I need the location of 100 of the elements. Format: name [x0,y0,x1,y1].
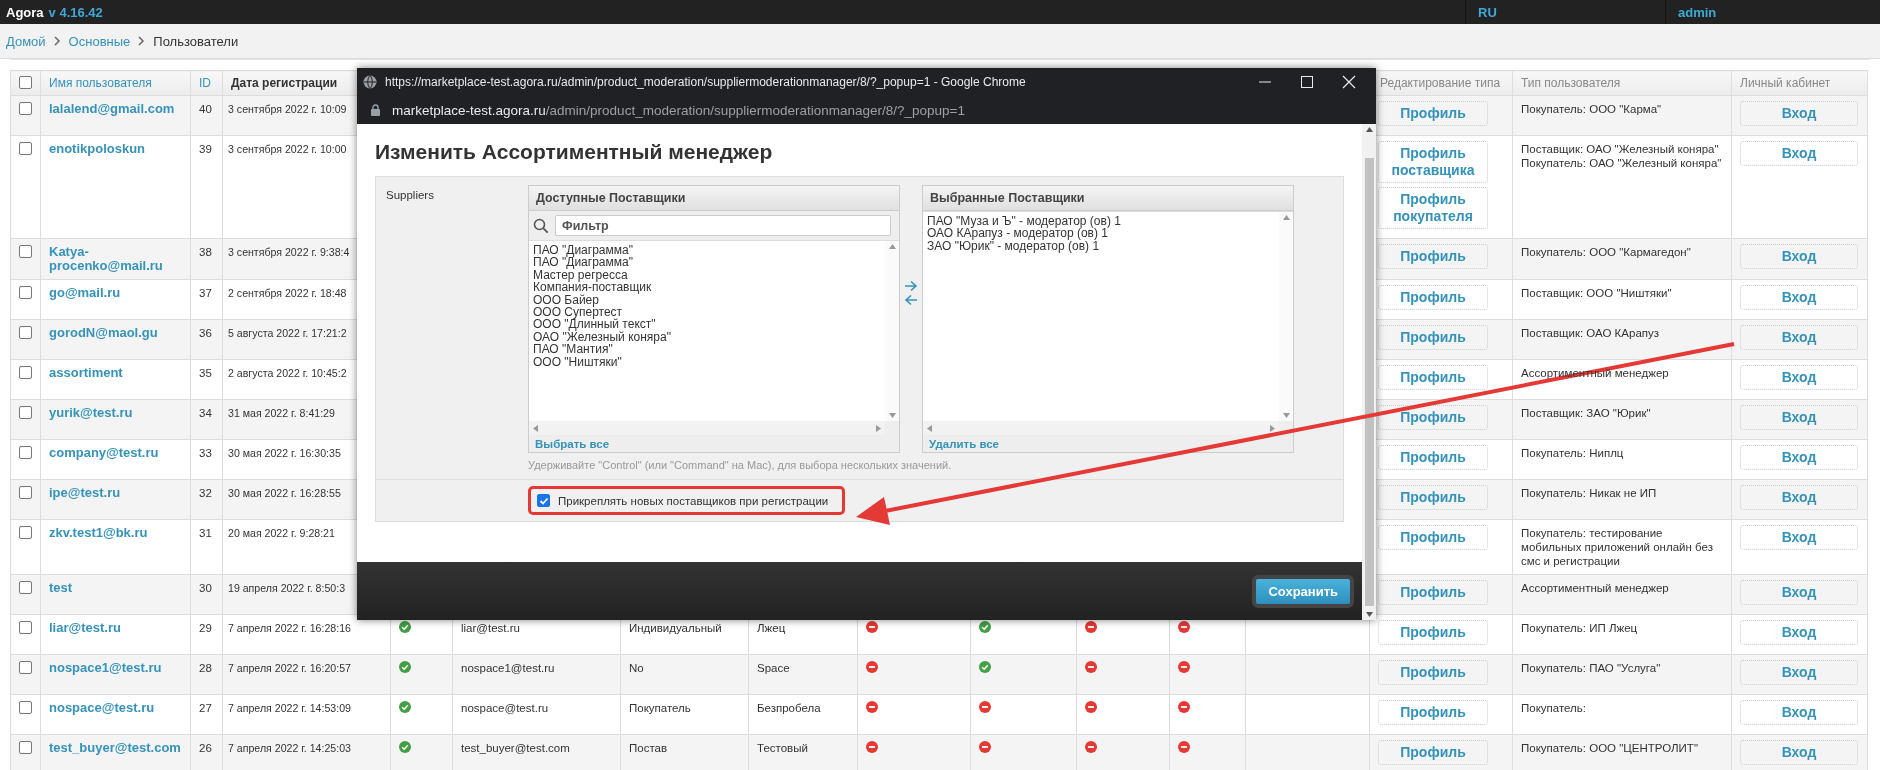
supplier-option[interactable]: Мастер регресса [533,268,881,282]
date-text: 3 сентября 2022 г. 10:00 [228,143,347,155]
supplier-option[interactable]: ЗАО "Юрик" - модератор (ов) 1 [927,239,1275,253]
supplier-option[interactable]: ПАО "Мантия" [533,343,881,356]
scrollbar[interactable] [529,421,885,435]
id-text: 29 [199,622,212,634]
id-text: 33 [199,447,212,459]
row-checkbox[interactable] [19,581,32,594]
user-type-text: Поставщик: ЗАО "Юрик" [1521,406,1652,420]
user-type-text: Покупатель: [1521,701,1587,715]
supplier-option[interactable]: ООО Супертест [533,306,881,319]
username-link[interactable]: enotikpoloskun [49,142,182,156]
address-url[interactable]: marketplace-test.agora.ru/admin/product_moderation/suppliermoderationmanager/8/?_popup=1 [392,102,965,118]
row-checkbox[interactable] [19,701,32,714]
scroll-up-icon[interactable] [1282,215,1290,220]
close-icon[interactable] [1342,75,1356,89]
supplier-option[interactable]: ПАО "Диаграмма" [533,244,881,257]
scroll-down-icon[interactable] [1365,612,1373,617]
scroll-right-icon[interactable] [876,424,881,432]
row-checkbox[interactable] [19,661,32,674]
date-text: 7 апреля 2022 г. 14:25:03 [228,742,351,754]
supplier-option[interactable]: ООО "Длинный текст" [533,318,881,331]
scrollbar[interactable] [885,241,899,421]
row-checkbox[interactable] [19,446,32,459]
row-checkbox[interactable] [19,741,32,754]
version-text: v 4.16.42 [48,4,103,20]
row-checkbox[interactable] [19,142,32,155]
email-text: test_buyer@test.com [461,742,570,754]
field-label: Suppliers [386,189,434,201]
user-type-text: Покупатель: ПАО "Услуга" [1521,661,1662,675]
user-menu[interactable]: admin [1678,4,1717,20]
column-header[interactable]: ID [199,76,211,90]
id-text: 30 [199,582,212,594]
select-all-checkbox[interactable] [19,76,32,89]
scroll-down-icon[interactable] [888,413,896,418]
user-type-text: Покупатель: тестирование мобильных приложений онлайн без смс и регистрации [1521,526,1714,568]
arrow-right-icon[interactable] [904,280,918,292]
brand-name[interactable]: Agora [6,4,44,20]
maximize-icon[interactable] [1300,75,1314,89]
supplier-option[interactable]: ООО "Ништяки" [533,355,881,369]
row-checkbox[interactable] [19,286,32,299]
date-text: 31 мая 2022 г. 8:41:29 [228,407,335,419]
row-checkbox[interactable] [19,245,32,258]
scroll-left-icon[interactable] [533,424,538,432]
supplier-option[interactable]: ПАО "Диаграмма" [533,256,881,269]
language-menu[interactable]: RU [1478,4,1497,20]
row-checkbox[interactable] [19,406,32,419]
chevron-icon [138,36,146,46]
id-text: 36 [199,327,212,339]
scroll-left-icon[interactable] [927,424,932,432]
save-button[interactable]: Сохранить [1252,574,1354,608]
row-checkbox[interactable] [19,102,32,115]
supplier-option[interactable]: ПАО "Муза и Ъ" - модератор (ов) 1 [927,215,1275,228]
row-checkbox[interactable] [19,366,32,379]
row-checkbox[interactable] [19,326,32,339]
date-text: 7 апреля 2022 г. 14:53:09 [228,702,351,714]
user-type-text: Покупатель: Ниплц [1521,446,1625,460]
name-text: Безпробела [757,702,821,714]
row-checkbox[interactable] [19,486,32,499]
type-text: Индивидуальный [629,622,722,634]
supplier-option[interactable]: ООО Байер [533,293,881,307]
user-type-text: Покупатель: ОАО "Железный коняра" [1521,156,1723,170]
id-text: 31 [199,527,212,539]
id-text: 34 [199,407,212,419]
row-checkbox[interactable] [19,621,32,634]
breadcrumb-link[interactable]: Основные [68,33,131,49]
remove-all-link[interactable]: Удалить все [929,437,999,450]
scroll-up-icon[interactable] [888,244,896,249]
supplier-option[interactable]: ОАО "Железный коняра" [533,330,881,344]
id-text: 28 [199,662,212,674]
user-type-text: Покупатель: ИП Лжец [1521,621,1639,635]
scroll-up-icon[interactable] [1365,127,1373,132]
scroll-down-icon[interactable] [1282,413,1290,418]
id-text: 32 [199,487,212,499]
name-text: Тестовый [757,742,808,754]
type-text: Покупатель [629,702,691,714]
date-text: 20 мая 2022 г. 9:28:21 [228,527,335,539]
date-text: 3 сентября 2022 г. 10:09 [228,103,347,115]
checkbox-label: Прикреплять новых поставщиков при регистрации [558,494,829,507]
select-all-link[interactable]: Выбрать все [535,437,610,450]
date-text: 3 сентября 2022 г. 9:38:4 [228,246,350,258]
scrollbar[interactable] [1362,124,1376,620]
breadcrumb-link[interactable]: Домой [6,33,46,49]
selector-title: Выбранные Поставщики [923,186,1293,211]
row-checkbox[interactable] [19,526,32,539]
scroll-right-icon[interactable] [1270,424,1275,432]
scrollbar[interactable] [923,421,1279,435]
user-type-text: Покупатель: ООО "Кармагедон" [1521,245,1692,259]
supplier-option[interactable]: ОАО КАрапуз - модератор (ов) 1 [927,227,1275,240]
id-text: 35 [199,367,212,379]
date-text: 7 апреля 2022 г. 16:28:16 [228,622,351,634]
lock-icon [371,104,380,116]
column-header: Тип пользователя [1521,76,1621,90]
email-text: nospace1@test.ru [461,662,555,674]
filter-field[interactable]: Фильтр [555,215,891,236]
arrow-left-icon[interactable] [904,294,918,306]
supplier-option[interactable]: Компания-поставщик [533,281,881,294]
user-type-text: Поставщик: ООО "Ништяки" [1521,286,1673,300]
attach-checkbox[interactable] [537,494,550,507]
scrollbar[interactable] [1279,212,1293,421]
